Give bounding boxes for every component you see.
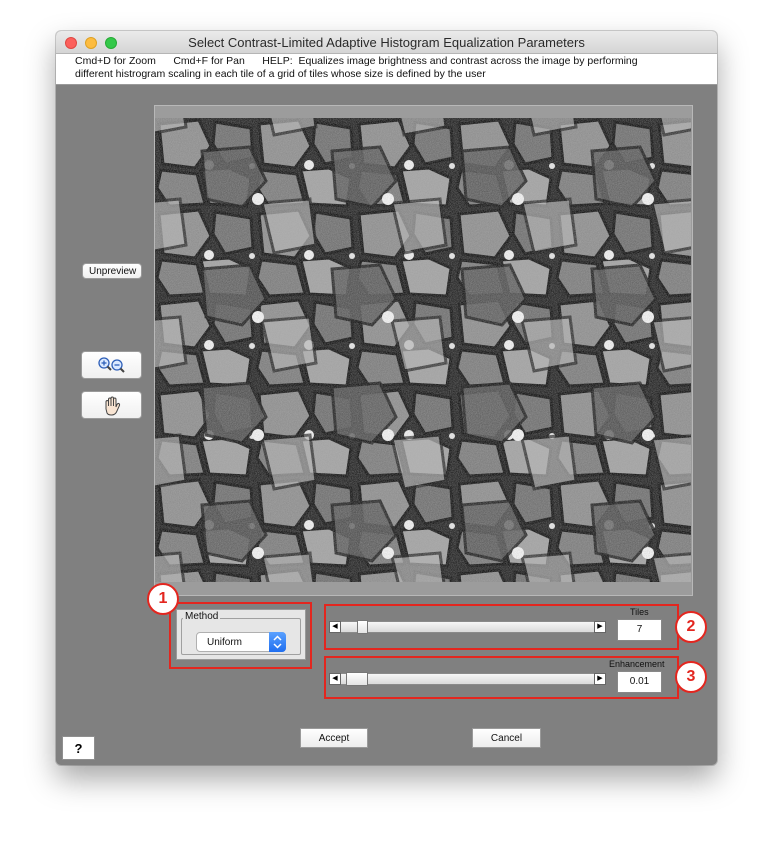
cancel-button[interactable]: Cancel <box>472 728 541 748</box>
callout-box-3 <box>324 656 679 699</box>
accept-button[interactable]: Accept <box>300 728 368 748</box>
title-bar[interactable]: Select Contrast-Limited Adaptive Histogr… <box>56 31 717 54</box>
help-text-line-1: Cmd+D for Zoom Cmd+F for Pan HELP: Equal… <box>75 55 638 67</box>
help-button[interactable]: ? <box>62 736 95 760</box>
image-preview-frame <box>154 105 693 596</box>
callout-badge-3: 3 <box>675 661 707 693</box>
unpreview-button[interactable]: Unpreview <box>82 263 142 279</box>
window-title: Select Contrast-Limited Adaptive Histogr… <box>188 35 585 50</box>
zoom-button[interactable] <box>81 351 142 379</box>
zoom-in-out-icon <box>98 357 125 373</box>
callout-badge-1: 1 <box>147 583 179 615</box>
dialog-window: Select Contrast-Limited Adaptive Histogr… <box>56 31 717 765</box>
micrograph-preview-image[interactable] <box>155 118 691 582</box>
callout-box-2 <box>324 604 679 650</box>
callout-badge-2: 2 <box>675 611 707 643</box>
callout-box-1 <box>169 602 312 669</box>
help-text-panel: Cmd+D for Zoom Cmd+F for Pan HELP: Equal… <box>56 54 717 85</box>
pan-button[interactable] <box>81 391 142 419</box>
hand-pan-icon <box>105 396 121 416</box>
help-text-line-2: different histrogram scaling in each til… <box>75 68 486 80</box>
